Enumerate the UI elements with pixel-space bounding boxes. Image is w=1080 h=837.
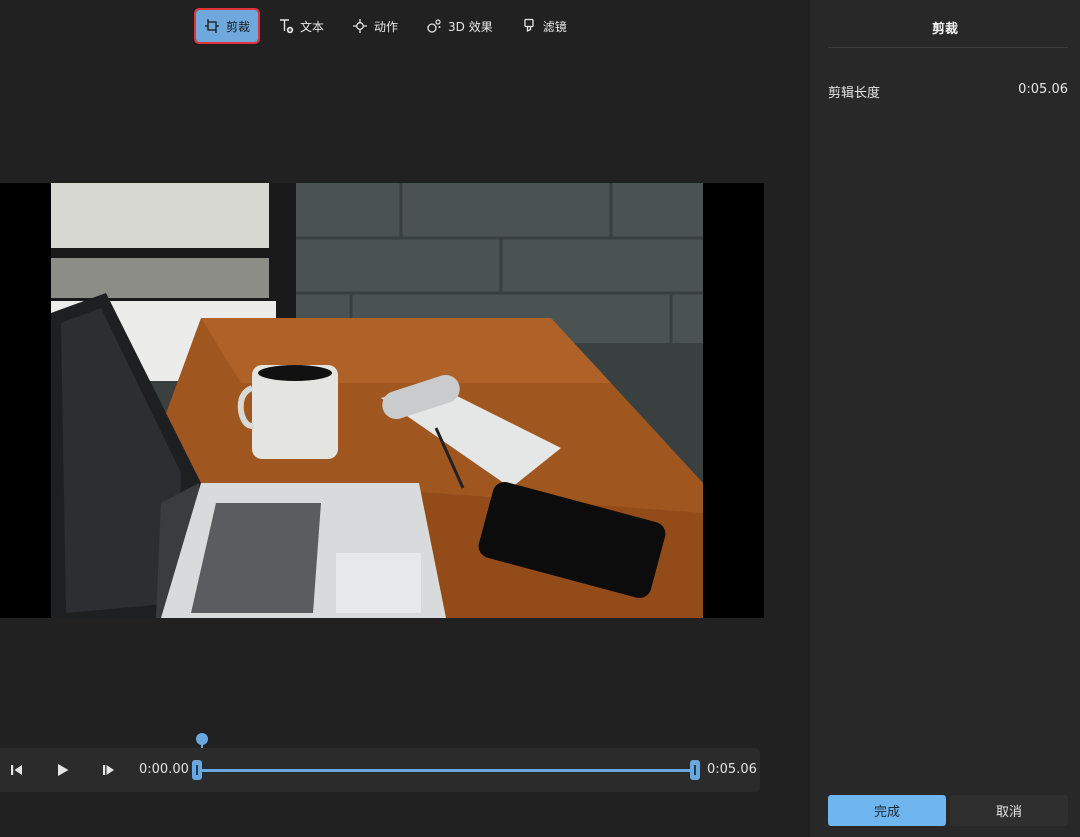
tool-text-label: 文本 xyxy=(300,19,325,34)
trim-start-handle[interactable] xyxy=(192,760,202,780)
tool-3d-effects[interactable]: 3D 效果 xyxy=(418,10,501,42)
panel-title: 剪裁 xyxy=(931,22,958,37)
cancel-button[interactable]: 取消 xyxy=(950,795,1068,826)
video-frame-image xyxy=(51,183,703,618)
trim-track[interactable] xyxy=(197,769,695,772)
trim-panel: 剪裁 剪辑长度 0:05.06 完成 取消 xyxy=(810,0,1080,837)
tool-filter-label: 滤镜 xyxy=(542,19,567,34)
tool-3d-effects-label: 3D 效果 xyxy=(448,19,493,34)
end-time: 0:05.06 xyxy=(707,762,757,777)
tool-trim[interactable]: 剪裁 xyxy=(193,8,261,44)
tool-filter[interactable]: 滤镜 xyxy=(513,10,575,42)
panel-divider xyxy=(828,47,1068,48)
trim-icon xyxy=(204,18,220,34)
current-time: 0:00.00 xyxy=(139,762,189,777)
video-preview xyxy=(0,183,764,618)
tool-motion-label: 动作 xyxy=(374,19,399,34)
tool-text[interactable]: 文本 xyxy=(270,10,332,42)
playback-bar: 0:00.00 0:05.06 xyxy=(0,748,760,792)
previous-frame-button[interactable] xyxy=(7,760,27,780)
done-button[interactable]: 完成 xyxy=(828,795,946,826)
toolbar: 剪裁 文本 动作 3D 效果 滤镜 xyxy=(193,8,575,44)
clip-length-value: 0:05.06 xyxy=(1018,82,1068,97)
tool-trim-label: 剪裁 xyxy=(226,19,251,34)
clip-length-label: 剪辑长度 xyxy=(828,86,881,101)
effects-3d-icon xyxy=(426,18,442,34)
next-frame-button[interactable] xyxy=(99,760,119,780)
editor-area: 剪裁 文本 动作 3D 效果 滤镜 0:00.00 0:05.06 xyxy=(0,0,808,837)
trim-end-handle[interactable] xyxy=(690,760,700,780)
add-text-icon xyxy=(278,18,294,34)
play-button[interactable] xyxy=(53,760,73,780)
tool-motion[interactable]: 动作 xyxy=(344,10,406,42)
motion-icon xyxy=(352,18,368,34)
filter-icon xyxy=(521,18,537,34)
